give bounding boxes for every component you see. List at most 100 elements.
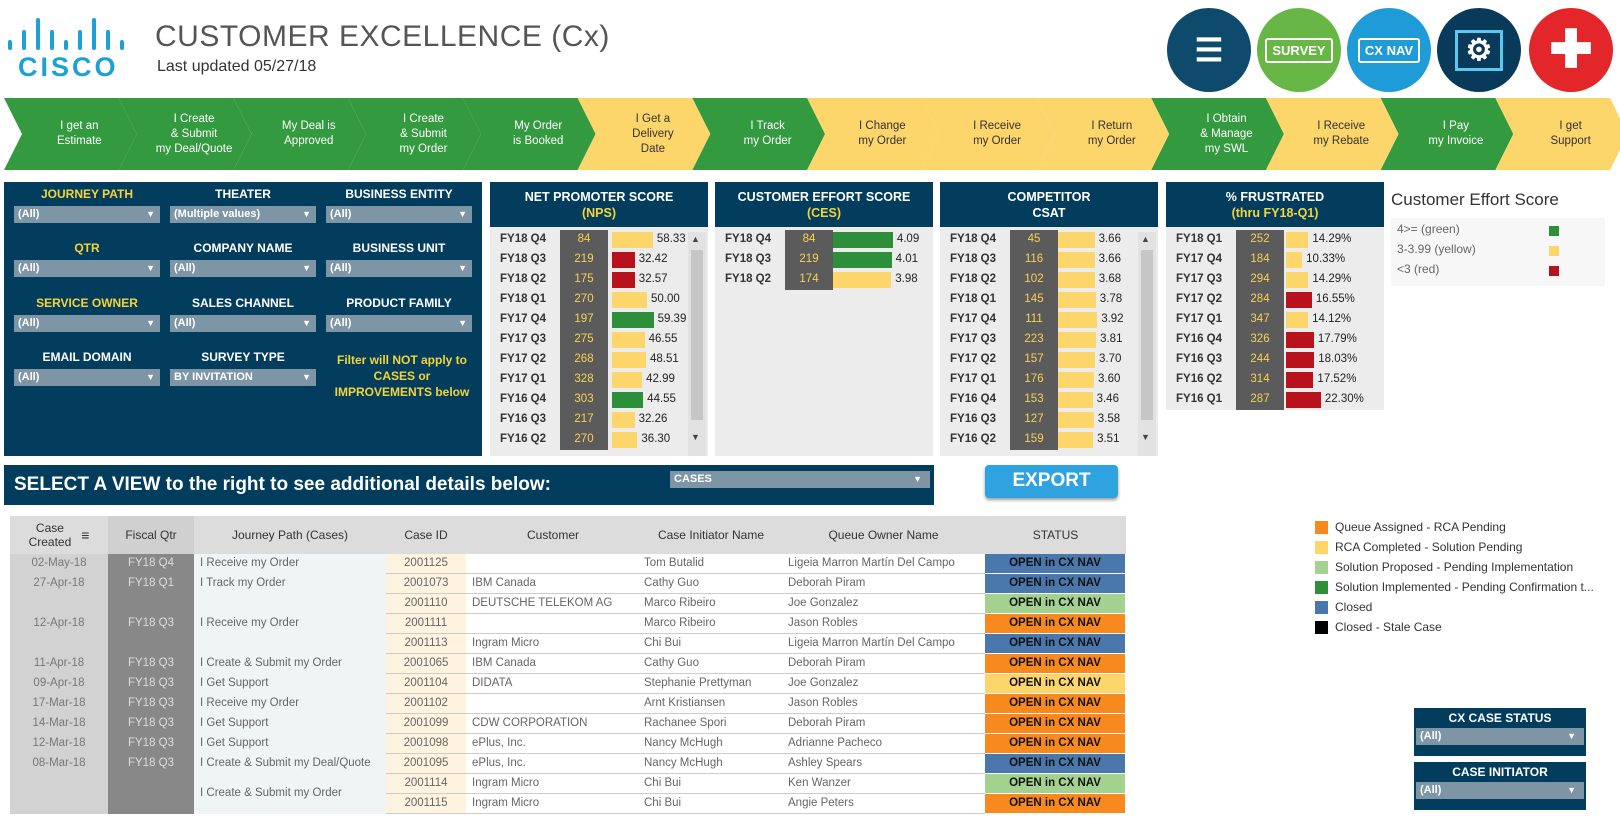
status-badge[interactable]: OPEN in CX NAV bbox=[985, 774, 1125, 793]
journey-step[interactable]: I Return my Order bbox=[1036, 98, 1169, 170]
company-name-select[interactable]: (All) ▼ bbox=[170, 260, 316, 277]
nps-scrollbar[interactable]: ▲ ▼ bbox=[688, 232, 706, 456]
score-value: 14.29% bbox=[1312, 233, 1352, 245]
journey-step[interactable]: I Create & Submit my Order bbox=[348, 98, 481, 170]
legend-swatch bbox=[1549, 246, 1559, 256]
column-header-label: Journey Path (Cases) bbox=[231, 528, 349, 542]
status-badge[interactable]: OPEN in CX NAV bbox=[985, 714, 1125, 733]
sales-channel-select[interactable]: (All) ▼ bbox=[170, 315, 316, 332]
response-count: 184 bbox=[1236, 250, 1284, 270]
last-updated: Last updated 05/27/18 bbox=[157, 58, 317, 75]
select-view-title: SELECT A VIEW to the right to see additi… bbox=[14, 474, 551, 495]
column-header[interactable]: Case Initiator Name bbox=[640, 516, 782, 554]
cx-nav-button[interactable]: CX NAV bbox=[1347, 8, 1431, 92]
survey-envelope-button[interactable]: SURVEY bbox=[1257, 8, 1341, 92]
status-badge[interactable]: OPEN in CX NAV bbox=[985, 554, 1125, 573]
status-badge[interactable]: OPEN in CX NAV bbox=[985, 794, 1125, 813]
scroll-thumb[interactable] bbox=[691, 250, 703, 420]
survey-type-select[interactable]: BY INVITATION ▼ bbox=[170, 369, 316, 386]
column-header[interactable]: STATUS bbox=[985, 516, 1126, 554]
status-badge[interactable]: OPEN in CX NAV bbox=[985, 734, 1125, 753]
score-value: 14.29% bbox=[1312, 273, 1352, 285]
status-badge[interactable]: OPEN in CX NAV bbox=[985, 594, 1125, 613]
service-owner-select[interactable]: (All) ▼ bbox=[14, 315, 160, 332]
fiscal-qtr-cell: FY18 Q3 bbox=[108, 754, 194, 774]
scroll-up-icon[interactable]: ▲ bbox=[1141, 234, 1150, 244]
score-value: 3.70 bbox=[1099, 353, 1122, 365]
journey-step[interactable]: I Track my Order bbox=[692, 98, 825, 170]
journey-path-cell: I Create & Submit my Order bbox=[194, 654, 386, 674]
response-count: 275 bbox=[560, 330, 608, 350]
response-count: 175 bbox=[560, 270, 608, 290]
journey-path-select[interactable]: (All) ▼ bbox=[14, 206, 160, 223]
ces-legend-items: 4>= (green) 3-3.99 (yellow) <3 (red) bbox=[1391, 218, 1605, 286]
column-header[interactable]: Queue Owner Name bbox=[782, 516, 985, 554]
metric-row: FY16 Q3 244 18.03% bbox=[1166, 350, 1384, 370]
journey-step[interactable]: My Deal is Approved bbox=[233, 98, 366, 170]
status-badge[interactable]: OPEN in CX NAV bbox=[985, 614, 1125, 633]
qtr-select[interactable]: (All) ▼ bbox=[14, 260, 160, 277]
journey-step[interactable]: I get an Estimate bbox=[4, 98, 137, 170]
column-header[interactable]: Journey Path (Cases) bbox=[194, 516, 386, 554]
score-bar bbox=[1058, 412, 1094, 428]
status-badge[interactable]: OPEN in CX NAV bbox=[985, 634, 1125, 653]
status-badge[interactable]: OPEN in CX NAV bbox=[985, 674, 1125, 693]
case-id-cell: 2001098 bbox=[386, 734, 466, 754]
score-bar bbox=[612, 432, 638, 448]
journey-step[interactable]: I Receive my Order bbox=[922, 98, 1055, 170]
csat-scrollbar[interactable]: ▲ ▼ bbox=[1138, 232, 1156, 456]
email-domain-select[interactable]: (All) ▼ bbox=[14, 369, 160, 386]
presenter-button[interactable]: ☰ bbox=[1167, 8, 1251, 92]
column-header[interactable]: Fiscal Qtr bbox=[108, 516, 194, 554]
journey-step[interactable]: I Create & Submit my Deal/Quote bbox=[119, 98, 252, 170]
scroll-up-icon[interactable]: ▲ bbox=[691, 234, 700, 244]
case-created-cell: 02-May-18 bbox=[10, 554, 108, 574]
queue-owner-cell: Adrianne Pacheco bbox=[782, 734, 985, 754]
export-button[interactable]: EXPORT bbox=[985, 465, 1118, 498]
journey-step[interactable]: I get Support bbox=[1495, 98, 1620, 170]
dropdown-arrow-icon: ▼ bbox=[302, 318, 311, 328]
column-header[interactable]: Customer bbox=[466, 516, 640, 554]
quarter-label: FY16 Q2 bbox=[950, 433, 997, 445]
business-unit-select[interactable]: (All) ▼ bbox=[326, 260, 472, 277]
business-entity-select[interactable]: (All) ▼ bbox=[326, 206, 472, 223]
scroll-thumb[interactable] bbox=[1141, 250, 1153, 420]
theater-select[interactable]: (Multiple values) ▼ bbox=[170, 206, 316, 223]
queue-owner-cell: Deborah Piram bbox=[782, 714, 985, 734]
journey-step[interactable]: I Pay my Invoice bbox=[1381, 98, 1514, 170]
score-value: 22.30% bbox=[1324, 393, 1364, 405]
sort-icon[interactable]: ≡ bbox=[81, 528, 89, 542]
metric-row: FY16 Q3 127 3.58 bbox=[940, 410, 1158, 430]
metric-row: FY16 Q3 217 32.26 bbox=[490, 410, 708, 430]
view-select[interactable]: CASES ▼ bbox=[670, 471, 930, 488]
journey-step[interactable]: I Obtain & Manage my SWL bbox=[1151, 98, 1284, 170]
journey-path-cell: I Receive my Order bbox=[194, 554, 386, 574]
status-badge[interactable]: OPEN in CX NAV bbox=[985, 754, 1125, 773]
qtr-label: QTR bbox=[74, 241, 100, 255]
case-initiator-select[interactable]: (All) ▼ bbox=[1416, 782, 1584, 799]
response-count: 84 bbox=[560, 230, 608, 250]
journey-step[interactable]: I Change my Order bbox=[807, 98, 940, 170]
product-family-select[interactable]: (All) ▼ bbox=[326, 315, 472, 332]
journey-step[interactable]: I Receive my Rebate bbox=[1266, 98, 1399, 170]
cx-case-status-select[interactable]: (All) ▼ bbox=[1416, 728, 1584, 745]
status-badge[interactable]: OPEN in CX NAV bbox=[985, 694, 1125, 713]
column-header[interactable]: Case ID bbox=[386, 516, 466, 554]
journey-step[interactable]: I Get a Delivery Date bbox=[578, 98, 711, 170]
scroll-down-icon[interactable]: ▼ bbox=[691, 432, 700, 442]
plus-button[interactable]: ✚ bbox=[1529, 8, 1613, 92]
response-count: 326 bbox=[1236, 330, 1284, 350]
journey-path-cell: I Get Support bbox=[194, 734, 386, 754]
response-count: 284 bbox=[1236, 290, 1284, 310]
case-id-cell: 2001125 bbox=[386, 554, 466, 574]
column-header[interactable]: Case Created ≡ bbox=[10, 516, 108, 554]
legend-label: 3-3.99 (yellow) bbox=[1397, 242, 1476, 256]
initiator-cell: Chi Bui bbox=[640, 634, 782, 654]
settings-monitor-button[interactable]: ⚙ bbox=[1437, 8, 1521, 92]
status-badge[interactable]: OPEN in CX NAV bbox=[985, 574, 1125, 593]
status-badge[interactable]: OPEN in CX NAV bbox=[985, 654, 1125, 673]
journey-step[interactable]: My Order is Booked bbox=[463, 98, 596, 170]
nps-panel: NET PROMOTER SCORE (NPS) FY18 Q4 84 58.33 FY… bbox=[490, 182, 708, 456]
scroll-down-icon[interactable]: ▼ bbox=[1141, 432, 1150, 442]
legend-swatch bbox=[1549, 266, 1559, 276]
